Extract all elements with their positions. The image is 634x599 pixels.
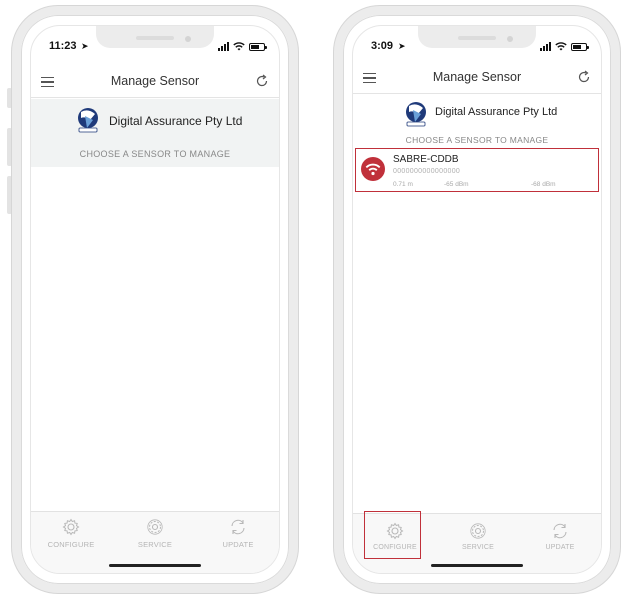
battery-icon — [249, 42, 267, 51]
status-time: 3:09 — [371, 40, 394, 52]
location-arrow-icon: ➤ — [81, 41, 89, 51]
status-bar: 11:23 ➤ — [31, 40, 279, 56]
sensor-rssi-secondary: -68 dBm — [531, 181, 556, 188]
sensor-list-item[interactable]: SABRE-CDDB 0000000000000000 0.71 m -65 d… — [355, 148, 599, 192]
tab-label: SERVICE — [137, 540, 173, 549]
nav-bar: Manage Sensor — [31, 66, 279, 98]
company-header: Digital Assurance Pty Ltd CHOOSE A SENSO… — [353, 95, 601, 149]
company-header: Digital Assurance Pty Ltd CHOOSE A SENSO… — [31, 99, 279, 167]
page-title: Manage Sensor — [110, 74, 200, 88]
status-bar: 3:09 ➤ — [353, 40, 601, 56]
tab-label: UPDATE — [222, 540, 254, 549]
choose-sensor-label: CHOOSE A SENSOR TO MANAGE — [79, 149, 231, 159]
tab-label: UPDATE — [545, 544, 575, 551]
tab-update[interactable]: UPDATE — [525, 522, 595, 551]
tab-label: CONFIGURE — [47, 540, 95, 549]
gear-icon — [62, 518, 80, 536]
tab-bar: CONFIGURE SERVICE UPDATE — [31, 511, 279, 573]
page-title: Manage Sensor — [432, 70, 522, 84]
company-name: Digital Assurance Pty Ltd — [109, 114, 243, 128]
nav-bar: Manage Sensor — [353, 62, 601, 94]
sync-icon — [553, 523, 567, 539]
phone-right: 3:09 ➤ Manage Sensor Digital Assurance P… — [334, 6, 620, 593]
cog-icon — [470, 523, 486, 539]
company-logo-icon — [78, 108, 98, 133]
tab-configure[interactable]: CONFIGURE — [36, 518, 106, 549]
tab-bar: CONFIGURE SERVICE UPDATE — [353, 511, 601, 573]
choose-sensor-label: CHOOSE A SENSOR TO MANAGE — [405, 135, 549, 145]
tab-service[interactable]: SERVICE — [120, 518, 190, 549]
sensor-id: 0000000000000000 — [393, 168, 461, 175]
phone-left: 11:23 ➤ Manage Sensor Digital Assurance … — [12, 6, 298, 593]
location-arrow-icon: ➤ — [398, 41, 406, 51]
configure-highlight — [364, 511, 421, 559]
company-logo-icon — [406, 102, 426, 127]
status-time: 11:23 — [49, 40, 77, 52]
home-indicator[interactable] — [431, 564, 523, 567]
sensor-distance: 0.71 m — [393, 181, 413, 188]
company-name: Digital Assurance Pty Ltd — [435, 106, 558, 118]
refresh-icon[interactable] — [577, 70, 591, 84]
cellular-signal-icon — [540, 42, 551, 51]
wifi-status-icon — [555, 42, 567, 51]
home-indicator[interactable] — [109, 564, 201, 567]
cog-icon — [147, 519, 163, 535]
sync-icon — [231, 519, 245, 535]
sensor-rssi-primary: -65 dBm — [444, 181, 469, 188]
wifi-icon — [361, 157, 385, 181]
sensor-name: SABRE-CDDB — [393, 154, 459, 165]
tab-service[interactable]: SERVICE — [443, 522, 513, 551]
phone-screen: 11:23 ➤ Manage Sensor Digital Assurance … — [30, 25, 280, 574]
wifi-status-icon — [233, 42, 245, 51]
cellular-signal-icon — [218, 42, 229, 51]
refresh-icon[interactable] — [255, 74, 269, 88]
battery-icon — [571, 42, 589, 51]
tab-update[interactable]: UPDATE — [203, 518, 273, 549]
tab-label: SERVICE — [461, 544, 494, 551]
phone-screen: 3:09 ➤ Manage Sensor Digital Assurance P… — [352, 25, 602, 574]
